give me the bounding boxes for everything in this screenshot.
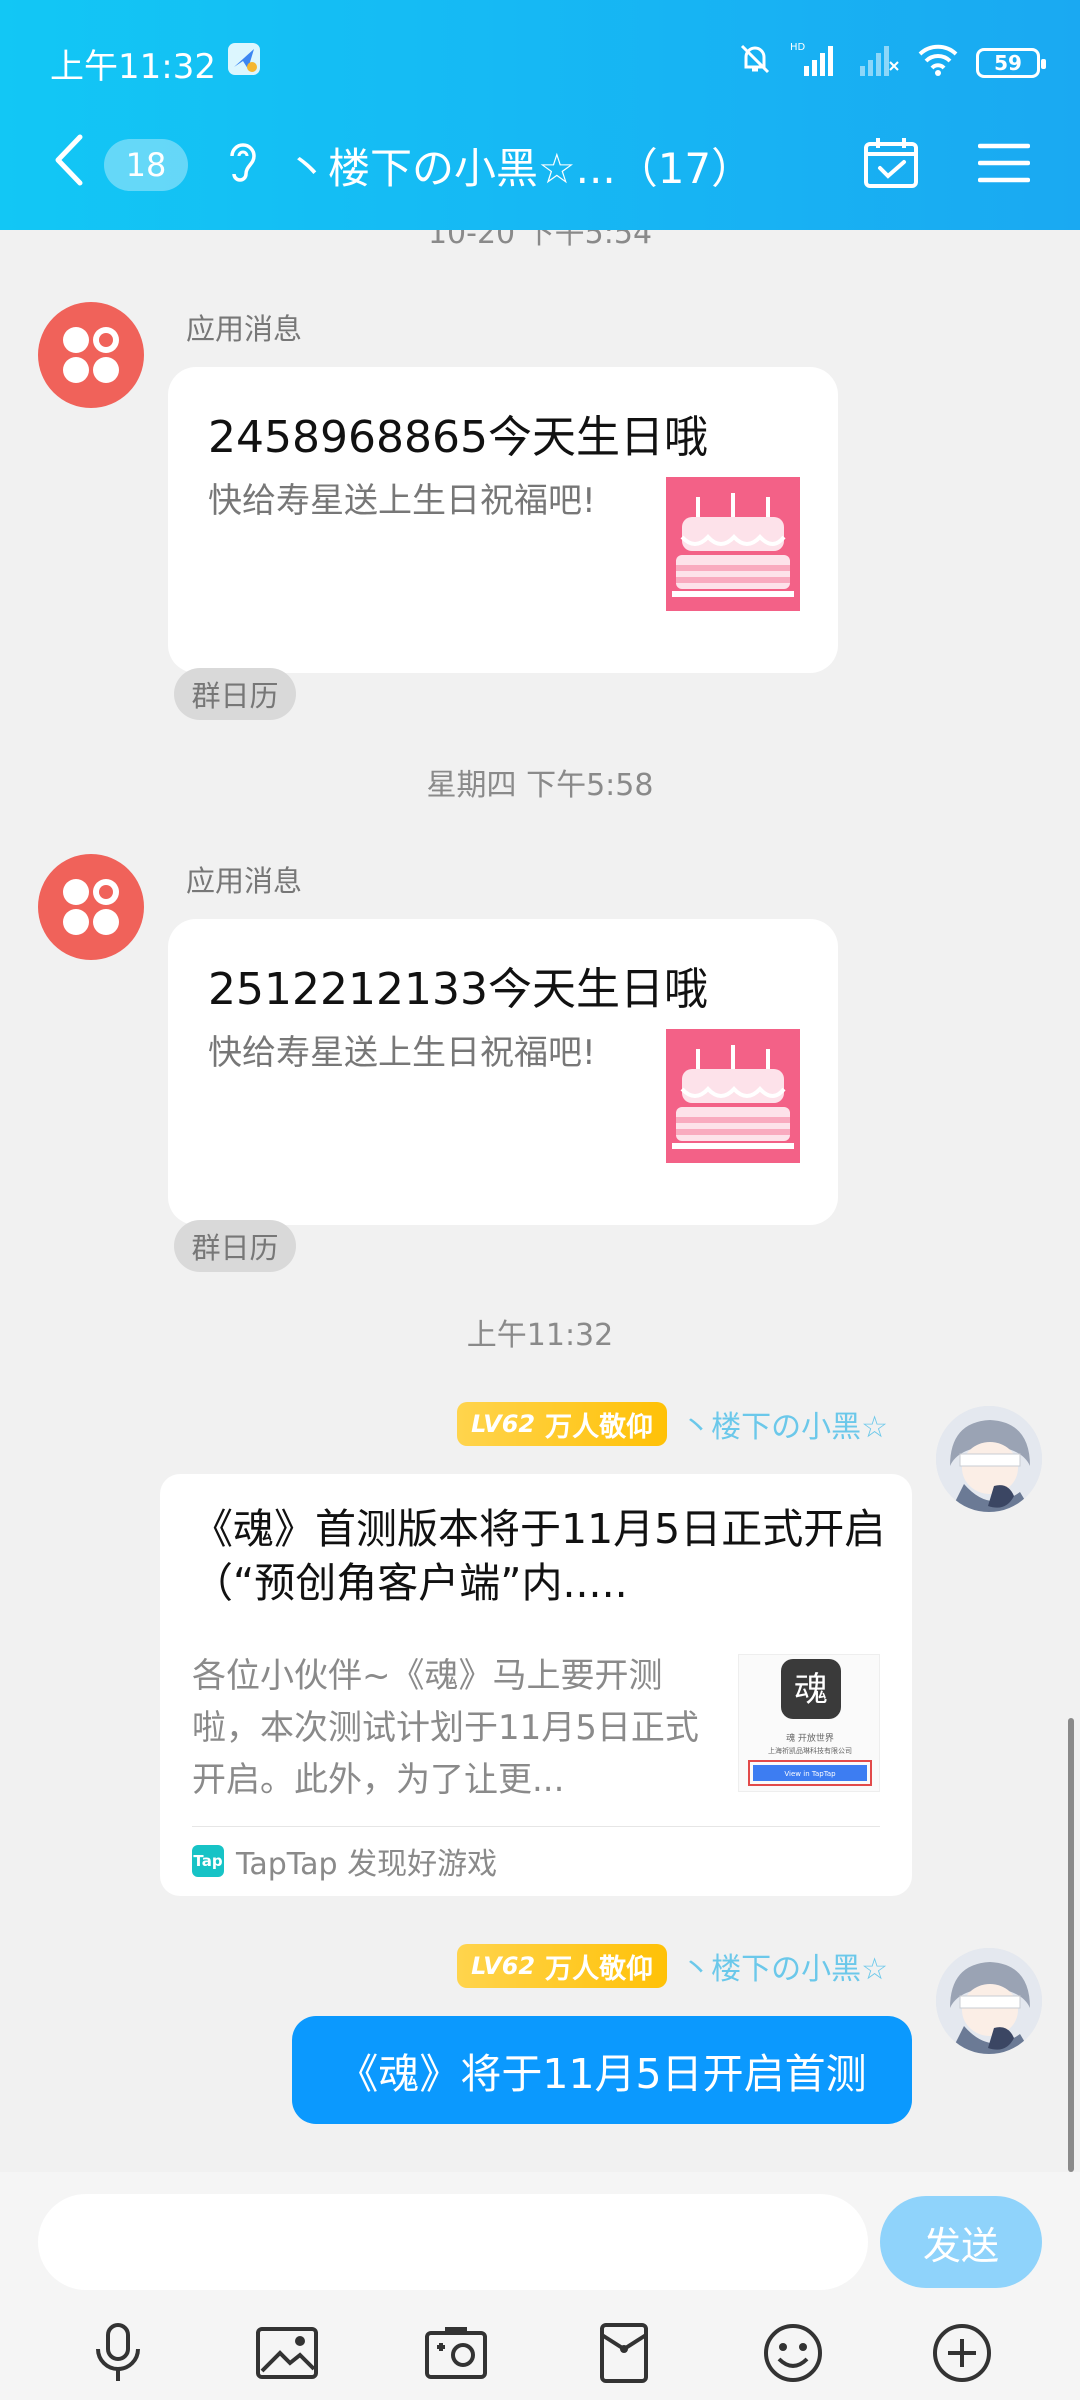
shared-link-card[interactable]: 《魂》首测版本将于11月5日正式开启（“预创角客户端”内..... 各位小伙伴~… xyxy=(160,1474,912,1896)
message-input[interactable] xyxy=(38,2194,868,2290)
birthday-card[interactable]: 2458968865今天生日哦 快给寿星送上生日祝福吧! xyxy=(168,367,838,673)
camera-icon[interactable] xyxy=(421,2318,491,2388)
chat-titlebar: 18 丶楼下の小黑☆...（17） xyxy=(0,120,1080,210)
link-card-thumbnail: 魂 魂 开放世界 上海祈凯品琳科技有限公司 View in TapTap xyxy=(738,1654,880,1792)
birthday-card[interactable]: 2512212133今天生日哦 快给寿星送上生日祝福吧! xyxy=(168,919,838,1225)
cake-icon xyxy=(666,1029,800,1163)
emoji-icon[interactable] xyxy=(758,2318,828,2388)
link-card-source: Tap TapTap 发现好游戏 xyxy=(192,1836,497,1886)
menu-icon[interactable] xyxy=(977,141,1031,189)
svg-text:上海祈凯品琳科技有限公司: 上海祈凯品琳科技有限公司 xyxy=(768,1746,852,1755)
mute-bell-icon xyxy=(736,40,774,87)
app-grid-icon xyxy=(63,327,119,383)
input-area: 发送 xyxy=(0,2172,1080,2400)
taptap-logo-icon: Tap xyxy=(192,1845,224,1877)
status-time: 上午11:32 xyxy=(50,46,216,87)
add-icon[interactable] xyxy=(927,2318,997,2388)
battery-indicator: 59 xyxy=(976,48,1046,78)
group-calendar-tag[interactable]: 群日历 xyxy=(174,668,296,720)
timestamp-partial: 10-20 下午5:54 xyxy=(427,230,653,251)
link-card-source-text: TapTap 发现好游戏 xyxy=(236,1847,498,1882)
sender-label: 应用消息 xyxy=(186,312,303,346)
link-card-title: 《魂》首测版本将于11月5日正式开启（“预创角客户端”内..... xyxy=(192,1505,886,1607)
chat-title[interactable]: 丶楼下の小黑☆...（17） xyxy=(286,135,753,196)
chat-scrollbar[interactable] xyxy=(1068,1718,1074,2172)
app-message-avatar[interactable] xyxy=(38,854,144,960)
birthday-card-subtitle: 快给寿星送上生日祝福吧! xyxy=(208,481,596,521)
user-avatar[interactable] xyxy=(936,1406,1042,1512)
cake-icon xyxy=(666,477,800,611)
top-header: 上午11:32 HD 59 18 丶楼下の小黑☆...（17） xyxy=(0,0,1080,230)
timestamp-thursday: 星期四 下午5:58 xyxy=(426,768,654,803)
back-button[interactable] xyxy=(52,133,86,197)
link-card-divider xyxy=(192,1826,880,1827)
input-toolbar xyxy=(0,2306,1080,2400)
timestamp-now: 上午11:32 xyxy=(466,1318,614,1353)
birthday-card-title: 2512212133今天生日哦 xyxy=(208,964,708,1015)
link-card-description: 各位小伙伴~《魂》马上要开测啦，本次测试计划于11月5日正式开启。此外，为了让更… xyxy=(192,1656,699,1800)
sender-name[interactable]: 丶楼下の小黑☆ xyxy=(681,1402,888,1446)
status-bar: 上午11:32 HD 59 xyxy=(50,38,1046,88)
voice-icon[interactable] xyxy=(83,2318,153,2388)
app-grid-icon xyxy=(63,879,119,935)
signal-icon: HD xyxy=(790,40,840,87)
svg-text:魂 开放世界: 魂 开放世界 xyxy=(786,1732,834,1744)
app-message-avatar[interactable] xyxy=(38,302,144,408)
user-avatar[interactable] xyxy=(936,1948,1042,2054)
red-packet-icon[interactable] xyxy=(589,2318,659,2388)
location-app-icon xyxy=(226,41,262,86)
sender-meta: LV62 万人敬仰 丶楼下の小黑☆ xyxy=(457,1402,888,1446)
earpiece-mode-icon[interactable] xyxy=(224,138,260,192)
group-calendar-tag[interactable]: 群日历 xyxy=(174,1220,296,1272)
svg-text:HD: HD xyxy=(790,42,806,53)
birthday-card-subtitle: 快给寿星送上生日祝福吧! xyxy=(208,1033,596,1073)
level-badge: LV62 万人敬仰 xyxy=(457,1402,668,1446)
birthday-card-title: 2458968865今天生日哦 xyxy=(208,412,708,463)
svg-text:魂: 魂 xyxy=(794,1670,828,1710)
wifi-icon xyxy=(916,40,960,87)
calendar-icon[interactable] xyxy=(862,136,920,194)
sender-meta: LV62 万人敬仰 丶楼下の小黑☆ xyxy=(457,1944,888,1988)
unread-count-badge[interactable]: 18 xyxy=(104,139,188,191)
svg-text:View in TapTap: View in TapTap xyxy=(784,1770,836,1778)
sender-label: 应用消息 xyxy=(186,864,303,898)
chat-messages[interactable]: 10-20 下午5:54 应用消息 2458968865今天生日哦 快给寿星送上… xyxy=(0,230,1080,2172)
sender-name[interactable]: 丶楼下の小黑☆ xyxy=(681,1944,888,1988)
image-icon[interactable] xyxy=(252,2318,322,2388)
signal-off-icon xyxy=(856,40,900,87)
status-icons: HD 59 xyxy=(736,40,1046,87)
header-actions xyxy=(862,136,1031,194)
level-badge: LV62 万人敬仰 xyxy=(457,1944,668,1988)
message-bubble[interactable]: 《魂》将于11月5日开启首测 xyxy=(292,2016,912,2124)
send-button[interactable]: 发送 xyxy=(880,2196,1042,2288)
